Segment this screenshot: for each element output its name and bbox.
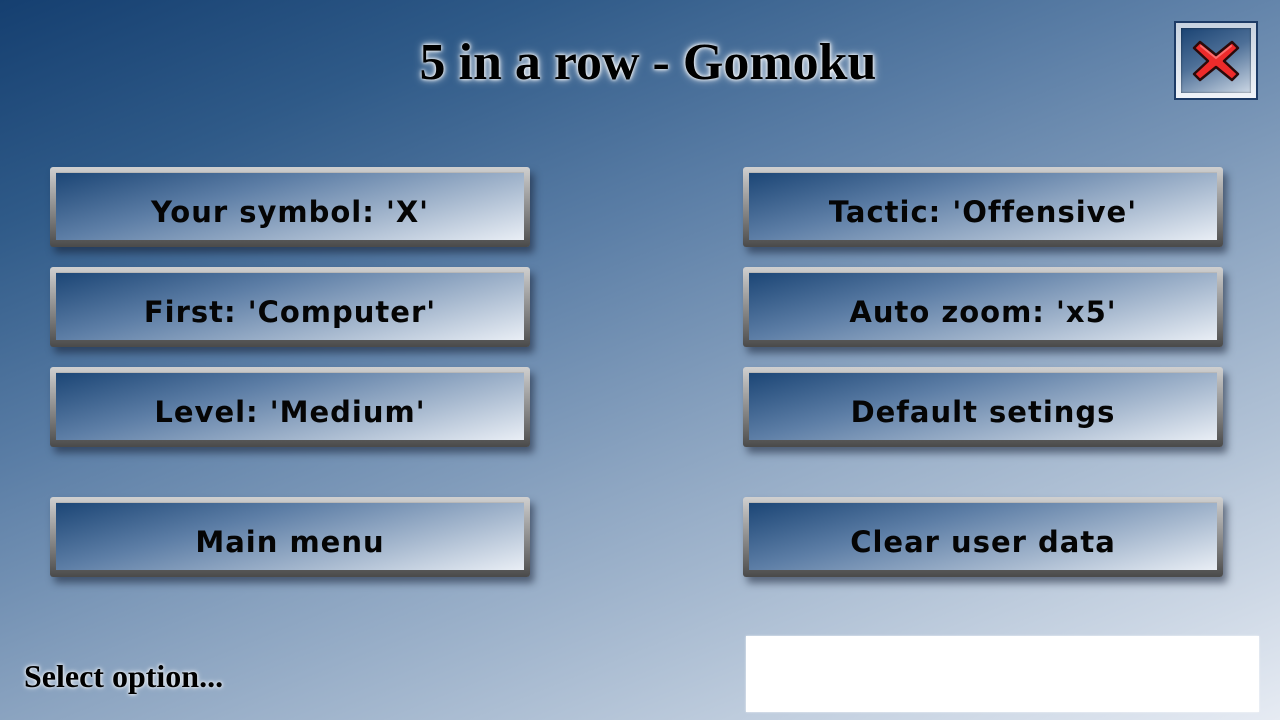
status-text: Select option... xyxy=(24,658,224,694)
status-box xyxy=(746,636,1259,712)
first-player-button[interactable]: First: 'Computer' xyxy=(50,267,530,347)
button-label: Level: 'Medium' xyxy=(154,394,426,429)
button-label: First: 'Computer' xyxy=(143,294,437,329)
button-face: Default setings xyxy=(749,372,1217,440)
your-symbol-button[interactable]: Your symbol: 'X' xyxy=(50,167,530,247)
button-label: Tactic: 'Offensive' xyxy=(828,194,1138,229)
button-face: Your symbol: 'X' xyxy=(56,172,524,240)
button-face: First: 'Computer' xyxy=(56,272,524,340)
button-label: Auto zoom: 'x5' xyxy=(849,294,1117,329)
main-menu-button[interactable]: Main menu xyxy=(50,497,530,577)
button-label: Clear user data xyxy=(850,524,1116,559)
tactic-button[interactable]: Tactic: 'Offensive' xyxy=(743,167,1223,247)
auto-zoom-button[interactable]: Auto zoom: 'x5' xyxy=(743,267,1223,347)
close-button-face xyxy=(1181,28,1251,93)
level-button[interactable]: Level: 'Medium' xyxy=(50,367,530,447)
button-label: Default setings xyxy=(850,394,1116,429)
button-face: Main menu xyxy=(56,502,524,570)
button-label: Main menu xyxy=(195,524,385,559)
button-face: Tactic: 'Offensive' xyxy=(749,172,1217,240)
button-face: Level: 'Medium' xyxy=(56,372,524,440)
page-title: 5 in a row - Gomoku xyxy=(419,34,877,91)
close-x-icon xyxy=(1192,40,1240,81)
button-face: Auto zoom: 'x5' xyxy=(749,272,1217,340)
close-button[interactable] xyxy=(1174,21,1258,100)
button-label: Your symbol: 'X' xyxy=(150,194,430,229)
default-settings-button[interactable]: Default setings xyxy=(743,367,1223,447)
button-face: Clear user data xyxy=(749,502,1217,570)
clear-user-data-button[interactable]: Clear user data xyxy=(743,497,1223,577)
